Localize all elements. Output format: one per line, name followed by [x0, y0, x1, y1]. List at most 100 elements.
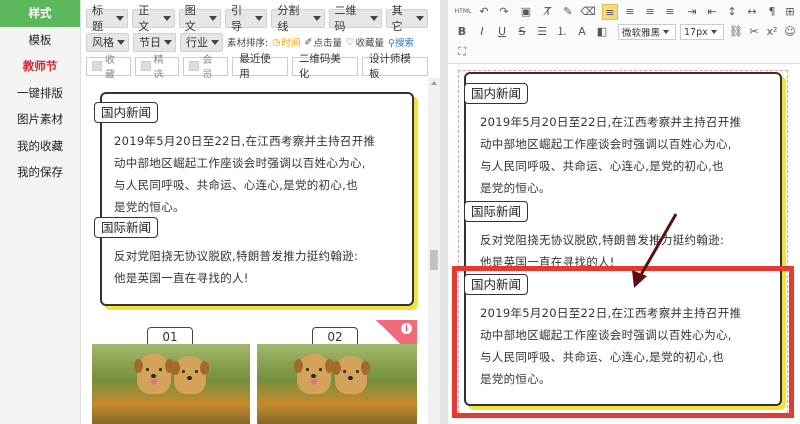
arrow-annotation	[632, 213, 678, 288]
dog-photo-1[interactable]	[92, 344, 250, 424]
filter-other-dropdown[interactable]: 其它	[385, 4, 428, 33]
chevron-down-icon	[164, 39, 172, 45]
text-line: 动中部地区崛起工作座谈会时强调以百姓心为心,	[480, 137, 732, 151]
filter-industry-dropdown[interactable]: 行业	[180, 32, 223, 52]
chevron-down-icon	[415, 15, 424, 21]
format-painter-icon[interactable]: ✎	[560, 4, 576, 20]
sort-by-time[interactable]: ◷ 时间	[272, 35, 300, 50]
emoji-icon[interactable]: ☺	[782, 24, 798, 40]
italic-icon[interactable]: I	[474, 24, 490, 40]
dog-nose	[187, 376, 192, 380]
font-family-select[interactable]: 微软雅黑	[618, 24, 676, 40]
erase-icon[interactable]: ⌫	[580, 4, 596, 20]
dog-eye	[182, 370, 185, 373]
letter-spacing-icon[interactable]: ↔	[744, 4, 760, 20]
ordered-list-icon[interactable]: ⒈	[554, 24, 570, 40]
filter-holiday-dropdown[interactable]: 节日	[133, 32, 176, 52]
unlink-icon[interactable]: ✂	[746, 24, 762, 40]
checkbox-box	[92, 61, 102, 71]
undo-icon[interactable]: ↶	[476, 4, 492, 20]
pointer-icon: ✐	[304, 36, 313, 48]
info-icon: i	[401, 323, 412, 334]
text-line: 反对党阻挠无协议脱欧,特朗普发推力挺约翰逊:	[114, 249, 359, 263]
align-center-icon[interactable]: ≡	[622, 4, 638, 20]
redo-icon[interactable]: ↷	[496, 4, 512, 20]
text-line: 2019年5月20日至22日,在江西考察并主持召开推	[480, 115, 742, 129]
table-icon[interactable]: ⊞	[782, 4, 798, 20]
sidebar-item-favorites[interactable]: 我的收藏	[0, 133, 80, 160]
chevron-down-icon	[211, 39, 219, 45]
checkbox-featured[interactable]: 精选	[134, 55, 180, 81]
heart-icon: ♡	[346, 36, 355, 48]
filter-style-dropdown[interactable]: 风格	[86, 32, 129, 52]
scroll-up-icon[interactable]	[431, 81, 437, 85]
fullscreen-icon[interactable]: ⛶	[454, 44, 470, 60]
sort-by-favorites[interactable]: ♡ 收藏量	[346, 35, 384, 50]
dog-eye	[146, 368, 149, 371]
paragraph-icon[interactable]: ¶	[764, 4, 780, 20]
search-link[interactable]: ⚲搜索	[388, 35, 414, 49]
designer-templates-button[interactable]: 设计师模板	[361, 53, 429, 80]
checkbox-member[interactable]: 会员	[183, 55, 229, 81]
filter-title-dropdown[interactable]: 标题	[86, 4, 129, 33]
text-line: 是党的恒心。	[114, 200, 185, 214]
dog-photo-2[interactable]	[257, 344, 417, 424]
dog-ear	[361, 361, 370, 375]
filter-guide-dropdown[interactable]: 引导	[225, 4, 268, 33]
font-size-select[interactable]: 17px	[680, 24, 724, 40]
qrcode-beautify-button[interactable]: 二维码美化	[291, 53, 358, 80]
editor-international-title: 国际新闻	[464, 201, 529, 222]
sidebar-item-one-click-layout[interactable]: 一键排版	[0, 80, 80, 107]
sidebar-item-saved[interactable]: 我的保存	[0, 159, 80, 186]
editor-domestic-title-1: 国内新闻	[464, 83, 529, 104]
dog-1	[134, 354, 174, 394]
text-line: 他是英国一直在寻找的人!	[114, 271, 249, 285]
underline-icon[interactable]: U	[494, 24, 510, 40]
font-color-icon[interactable]: A	[574, 24, 590, 40]
sidebar-item-templates[interactable]: 模板	[0, 27, 80, 54]
recent-button[interactable]: 最近使用	[232, 53, 288, 80]
clear-format-icon[interactable]: T̸	[540, 4, 556, 20]
chevron-down-icon	[710, 30, 717, 34]
line-height-icon[interactable]: ↕	[724, 4, 740, 20]
sidebar-item-style[interactable]: 样式	[0, 0, 80, 27]
scrollbar-thumb[interactable]	[430, 250, 438, 270]
dog-tongue	[151, 379, 157, 385]
dog-nose	[151, 374, 156, 378]
filter-divider-dropdown[interactable]: 分割线	[271, 4, 325, 33]
dog-eye	[356, 370, 359, 373]
card-international-text: 反对党阻挠无协议脱欧,特朗普发推力挺约翰逊: 他是英国一直在寻找的人!	[114, 245, 410, 289]
outdent-icon[interactable]: ⇤	[704, 4, 720, 20]
filter-body-dropdown[interactable]: 正文	[132, 4, 175, 33]
dog-eye	[306, 368, 309, 371]
sidebar-item-teachers-day[interactable]: 教师节	[0, 53, 80, 80]
list-icon[interactable]: ☰	[534, 24, 550, 40]
sort-by-clicks[interactable]: ✐ 点击量	[304, 35, 342, 50]
dog-nose	[311, 374, 316, 378]
list-scrollbar[interactable]	[428, 78, 440, 424]
link-icon[interactable]: ⛓	[728, 24, 744, 40]
align-left-icon[interactable]: ≡	[602, 4, 618, 20]
dog-ear	[294, 359, 303, 373]
card-domestic-title: 国内新闻	[94, 102, 159, 123]
filter-image-text-dropdown[interactable]: 图文	[178, 4, 222, 33]
indent-icon[interactable]: ⇥	[684, 4, 700, 20]
card-international-title: 国际新闻	[94, 217, 159, 238]
checkbox-favorites[interactable]: 收藏	[86, 55, 131, 81]
align-right-icon[interactable]: ≡	[642, 4, 658, 20]
align-justify-icon[interactable]: ≡	[662, 4, 678, 20]
chevron-down-icon	[116, 15, 125, 21]
dog-nose	[348, 376, 353, 380]
card-domestic-text: 2019年5月20日至22日,在江西考察并主持召开推 动中部地区崛起工作座谈会时…	[114, 130, 410, 218]
dog-1	[294, 354, 334, 394]
filter-qrcode-dropdown[interactable]: 二维码	[328, 4, 382, 33]
checkbox-box	[189, 61, 200, 71]
background-color-icon[interactable]: ◧	[594, 24, 610, 40]
strikethrough-icon[interactable]: S	[514, 24, 530, 40]
image-icon[interactable]: ▣	[518, 4, 534, 20]
bold-icon[interactable]: B	[454, 24, 470, 40]
sidebar-item-image-assets[interactable]: 图片素材	[0, 106, 80, 133]
text-line: 是党的恒心。	[480, 181, 551, 195]
superscript-icon[interactable]: x²	[764, 24, 780, 40]
html-icon[interactable]: HTML	[454, 4, 472, 20]
